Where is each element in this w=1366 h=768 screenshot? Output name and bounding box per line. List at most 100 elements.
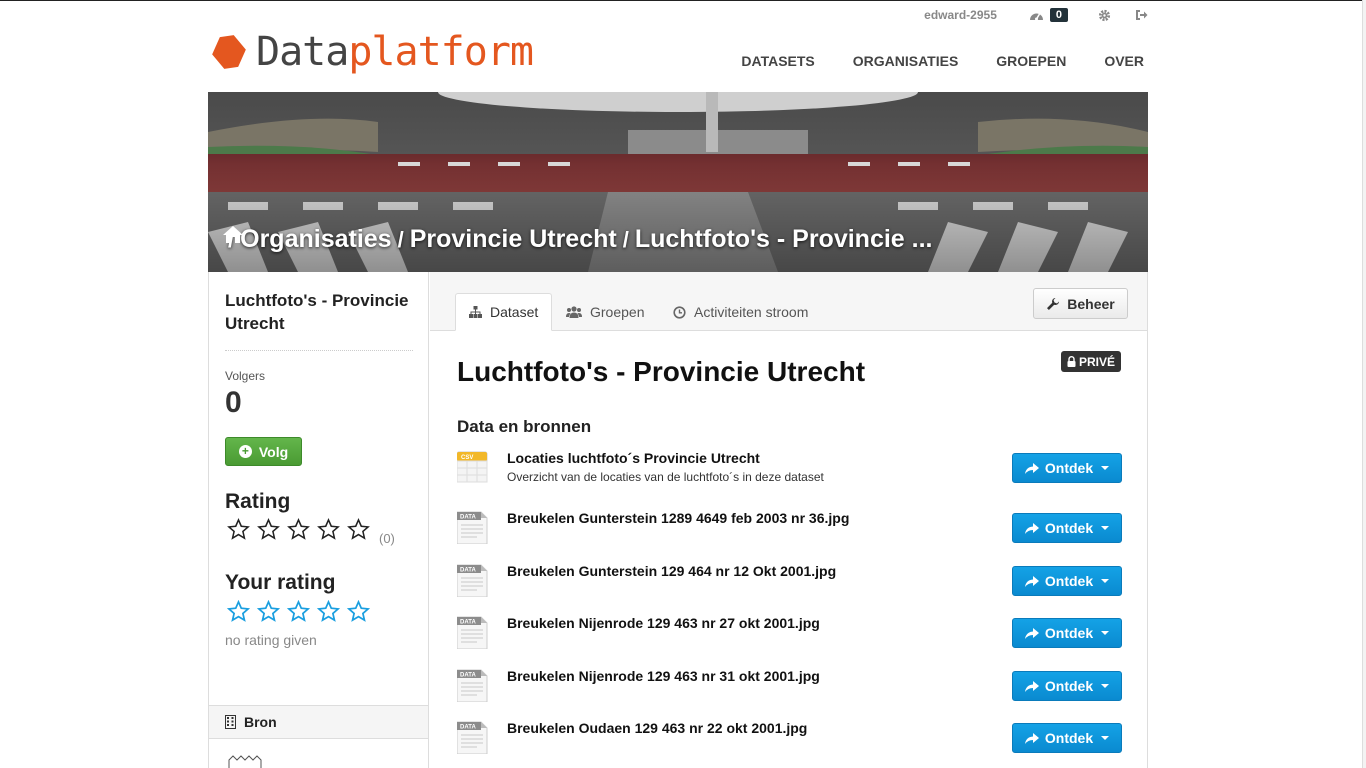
tab-groepen[interactable]: Groepen: [553, 293, 657, 331]
resource-name[interactable]: Breukelen Gunterstein 129 464 nr 12 Okt …: [507, 563, 836, 579]
share-arrow-icon: [1024, 575, 1039, 587]
explore-button-label: Ontdek: [1044, 678, 1094, 694]
breadcrumb-separator: /: [622, 226, 629, 252]
caret-down-icon: [1101, 684, 1110, 688]
data-file-icon: DATA: [457, 669, 488, 702]
dashboard-icon: [1029, 13, 1043, 21]
site-logo[interactable]: Dataplatform: [210, 29, 534, 75]
breadcrumb-dataset[interactable]: Luchtfoto's - Provincie ...: [635, 225, 933, 254]
explore-button[interactable]: Ontdek: [1012, 513, 1122, 543]
resource-item[interactable]: DATA Breukelen Oudaen 129 463 nr 22 okt 2…: [457, 720, 1122, 764]
star-rate-icon[interactable]: [317, 600, 340, 623]
caret-down-icon: [1101, 736, 1110, 740]
share-arrow-icon: [1024, 627, 1039, 639]
sitemap-icon: [469, 306, 482, 318]
followers-label: Volgers: [225, 369, 266, 383]
resource-item[interactable]: CSV Locaties luchtfoto´s Provincie Utrech…: [457, 450, 1122, 494]
explore-button[interactable]: Ontdek: [1012, 566, 1122, 596]
dashboard-count-badge: 0: [1049, 8, 1068, 22]
tab-dataset[interactable]: Dataset: [455, 293, 553, 331]
star-rate-icon[interactable]: [257, 600, 280, 623]
follow-button-label: Volg: [258, 443, 289, 460]
data-file-icon: DATA: [457, 616, 488, 649]
resource-item[interactable]: DATA Breukelen Nijenrode 129 463 nr 31 ok…: [457, 668, 1122, 712]
clock-icon: [673, 305, 686, 319]
share-arrow-icon: [1024, 462, 1039, 474]
explore-button[interactable]: Ontdek: [1012, 618, 1122, 648]
nav-datasets[interactable]: DATASETS: [741, 53, 814, 69]
resource-name[interactable]: Locaties luchtfoto´s Provincie Utrecht: [507, 450, 760, 466]
logout-icon[interactable]: [1135, 9, 1148, 21]
caret-down-icon: [1101, 466, 1110, 470]
explore-button[interactable]: Ontdek: [1012, 453, 1122, 483]
rating-count: (0): [379, 531, 395, 546]
tab-bar: Dataset Groepen Activiteiten stroom Behe…: [430, 272, 1147, 331]
caret-down-icon: [1101, 579, 1110, 583]
follow-button[interactable]: + Volg: [225, 437, 302, 466]
csv-file-icon: CSV: [457, 451, 488, 483]
followers-count: 0: [225, 386, 242, 419]
resource-name[interactable]: Breukelen Gunterstein 1289 4649 feb 2003…: [507, 510, 849, 526]
gear-icon[interactable]: [1098, 9, 1111, 22]
breadcrumb-separator: /: [397, 226, 404, 252]
resource-name[interactable]: Breukelen Oudaen 129 463 nr 22 okt 2001.…: [507, 720, 807, 736]
data-file-icon: DATA: [457, 511, 488, 544]
resource-item[interactable]: DATA Breukelen Gunterstein 129 464 nr 12 …: [457, 563, 1122, 607]
share-arrow-icon: [1024, 522, 1039, 534]
data-file-icon: DATA: [457, 564, 488, 597]
dashboard-link[interactable]: 0: [1029, 8, 1068, 22]
star-rate-icon[interactable]: [287, 600, 310, 623]
source-section-header: Bron: [209, 705, 428, 739]
star-outline-icon: [257, 518, 280, 540]
source-heading: Bron: [244, 714, 277, 730]
nav-over[interactable]: OVER: [1104, 53, 1144, 69]
no-rating-text: no rating given: [225, 632, 317, 648]
file-format-label: DATA: [460, 568, 476, 574]
rating-heading: Rating: [225, 490, 291, 513]
explore-button-label: Ontdek: [1044, 730, 1094, 746]
star-rate-icon[interactable]: [347, 600, 370, 623]
main-nav: DATASETS ORGANISATIES GROEPEN OVER: [741, 53, 1144, 69]
tab-dataset-label: Dataset: [490, 304, 539, 320]
caret-down-icon: [1101, 526, 1110, 530]
scrollbar[interactable]: [1362, 0, 1366, 768]
your-rating-heading: Your rating: [225, 571, 336, 594]
lock-icon: [1067, 356, 1076, 367]
resource-name[interactable]: Breukelen Nijenrode 129 463 nr 31 okt 20…: [507, 668, 820, 684]
file-format-label: DATA: [460, 515, 476, 521]
file-format-label: CSV: [461, 455, 473, 461]
resource-item[interactable]: DATA Breukelen Nijenrode 129 463 nr 27 ok…: [457, 615, 1122, 659]
share-arrow-icon: [1024, 680, 1039, 692]
users-icon: [566, 306, 582, 318]
explore-button-label: Ontdek: [1044, 625, 1094, 641]
nav-groepen[interactable]: GROEPEN: [996, 53, 1066, 69]
wrench-icon: [1047, 297, 1060, 310]
tab-activity-label: Activiteiten stroom: [694, 304, 809, 320]
logo-text-data: Data: [256, 29, 349, 75]
account-bar: edward-2955 0: [924, 8, 1148, 22]
star-outline-icon: [317, 518, 340, 540]
home-icon[interactable]: [222, 225, 244, 244]
breadcrumb-organisaties[interactable]: Organisaties: [240, 225, 391, 254]
average-rating-stars: [227, 518, 370, 541]
resource-description: Overzicht van de locaties van de luchtfo…: [507, 470, 824, 484]
manage-button[interactable]: Beheer: [1033, 288, 1128, 319]
breadcrumb-organisation[interactable]: Provincie Utrecht: [410, 225, 617, 254]
sidebar: Luchtfoto's - Provincie Utrecht Volgers …: [208, 272, 429, 768]
file-format-label: DATA: [460, 725, 476, 731]
private-badge: PRIVÉ: [1060, 351, 1121, 372]
resource-name[interactable]: Breukelen Nijenrode 129 463 nr 27 okt 20…: [507, 615, 820, 631]
resource-item[interactable]: DATA Breukelen Gunterstein 1289 4649 feb …: [457, 510, 1122, 554]
star-outline-icon: [227, 518, 250, 540]
star-outline-icon: [347, 518, 370, 540]
building-icon: [225, 715, 236, 729]
nav-organisaties[interactable]: ORGANISATIES: [853, 53, 959, 69]
explore-button[interactable]: Ontdek: [1012, 723, 1122, 753]
explore-button-label: Ontdek: [1044, 460, 1094, 476]
star-rate-icon[interactable]: [227, 600, 250, 623]
caret-down-icon: [1101, 631, 1110, 635]
file-format-label: DATA: [460, 673, 476, 679]
explore-button[interactable]: Ontdek: [1012, 671, 1122, 701]
username-link[interactable]: edward-2955: [924, 8, 997, 22]
tab-activity-stream[interactable]: Activiteiten stroom: [660, 293, 821, 331]
